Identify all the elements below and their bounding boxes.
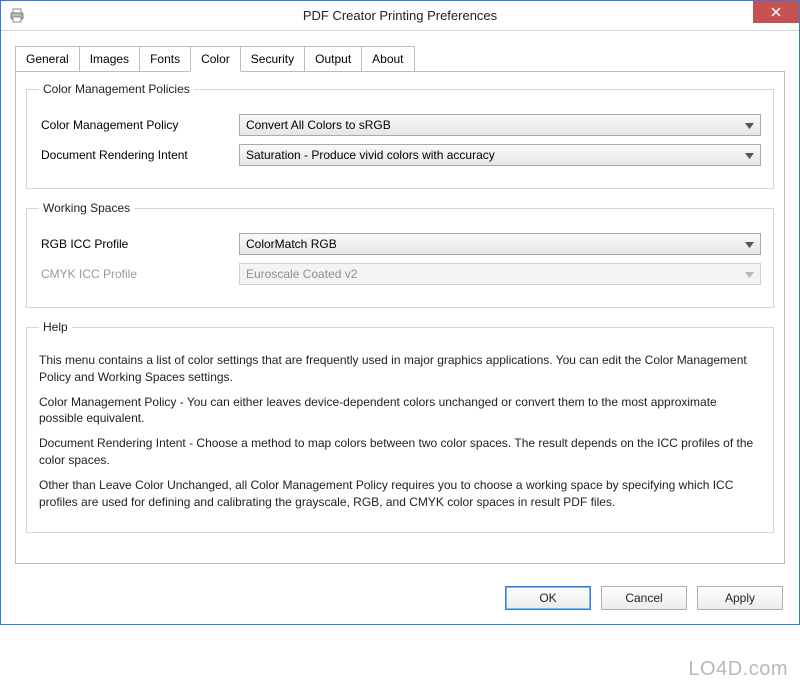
group-legend-ws: Working Spaces <box>39 201 134 215</box>
tab-output[interactable]: Output <box>304 46 362 72</box>
tab-strip: General Images Fonts Color Security Outp… <box>15 45 785 71</box>
chevron-down-icon <box>745 267 754 281</box>
label-color-management-policy: Color Management Policy <box>39 118 239 132</box>
group-help: Help This menu contains a list of color … <box>26 320 774 533</box>
tab-fonts[interactable]: Fonts <box>139 46 191 72</box>
select-value: ColorMatch RGB <box>246 237 337 251</box>
tab-general[interactable]: General <box>15 46 80 72</box>
select-cmyk-icc-profile: Euroscale Coated v2 <box>239 263 761 285</box>
help-paragraph: Color Management Policy - You can either… <box>39 394 761 428</box>
close-button[interactable] <box>753 1 799 23</box>
select-rgb-icc-profile[interactable]: ColorMatch RGB <box>239 233 761 255</box>
group-legend-cmp: Color Management Policies <box>39 82 194 96</box>
label-cmyk-icc-profile: CMYK ICC Profile <box>39 267 239 281</box>
group-color-management-policies: Color Management Policies Color Manageme… <box>26 82 774 189</box>
select-color-management-policy[interactable]: Convert All Colors to sRGB <box>239 114 761 136</box>
apply-button[interactable]: Apply <box>697 586 783 610</box>
tab-images[interactable]: Images <box>79 46 140 72</box>
select-value: Euroscale Coated v2 <box>246 267 357 281</box>
watermark: LO4D.com <box>688 658 788 681</box>
select-document-rendering-intent[interactable]: Saturation - Produce vivid colors with a… <box>239 144 761 166</box>
app-window: PDF Creator Printing Preferences General… <box>0 0 800 625</box>
tab-security[interactable]: Security <box>240 46 305 72</box>
window-title: PDF Creator Printing Preferences <box>1 8 799 23</box>
label-document-rendering-intent: Document Rendering Intent <box>39 148 239 162</box>
chevron-down-icon <box>745 118 754 132</box>
close-icon <box>771 7 781 17</box>
chevron-down-icon <box>745 148 754 162</box>
cancel-button[interactable]: Cancel <box>601 586 687 610</box>
help-paragraph: Other than Leave Color Unchanged, all Co… <box>39 477 761 511</box>
chevron-down-icon <box>745 237 754 251</box>
titlebar: PDF Creator Printing Preferences <box>1 1 799 31</box>
select-value: Convert All Colors to sRGB <box>246 118 391 132</box>
select-value: Saturation - Produce vivid colors with a… <box>246 148 495 162</box>
tab-panel-color: Color Management Policies Color Manageme… <box>15 71 785 564</box>
dialog-content: General Images Fonts Color Security Outp… <box>1 31 799 574</box>
help-paragraph: This menu contains a list of color setti… <box>39 352 761 386</box>
label-rgb-icc-profile: RGB ICC Profile <box>39 237 239 251</box>
help-paragraph: Document Rendering Intent - Choose a met… <box>39 435 761 469</box>
tab-about[interactable]: About <box>361 46 414 72</box>
group-legend-help: Help <box>39 320 72 334</box>
group-working-spaces: Working Spaces RGB ICC Profile ColorMatc… <box>26 201 774 308</box>
ok-button[interactable]: OK <box>505 586 591 610</box>
dialog-button-bar: OK Cancel Apply <box>1 574 799 624</box>
tab-color[interactable]: Color <box>190 46 241 72</box>
